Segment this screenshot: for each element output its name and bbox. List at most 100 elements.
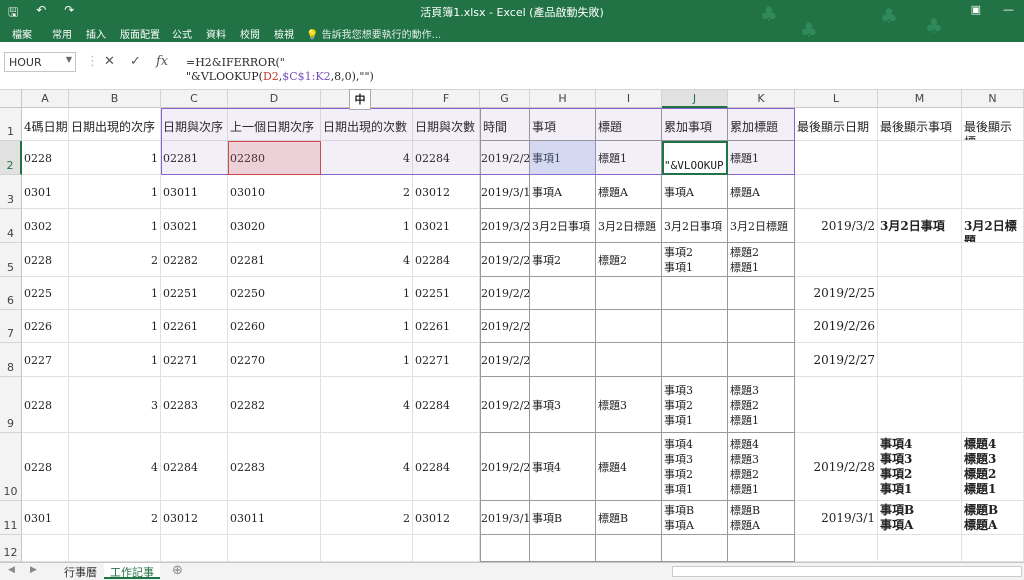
- cell-h6[interactable]: [530, 277, 596, 310]
- cell-i4[interactable]: 3月2日標題: [596, 209, 662, 243]
- column-header-n[interactable]: N: [962, 90, 1024, 108]
- cell-j4[interactable]: 3月2日事項: [662, 209, 728, 243]
- cell-n8[interactable]: [962, 343, 1024, 377]
- row-header-10[interactable]: 10: [0, 433, 22, 501]
- column-header-c[interactable]: C: [161, 90, 228, 108]
- tab-insert[interactable]: 插入: [86, 26, 106, 41]
- cell-f4[interactable]: 03021: [413, 209, 480, 243]
- cell-i5[interactable]: 標題2: [596, 243, 662, 277]
- column-header-m[interactable]: M: [878, 90, 962, 108]
- insert-function-icon[interactable]: fx: [156, 54, 168, 69]
- column-header-i[interactable]: I: [596, 90, 662, 108]
- cell-e8[interactable]: 1: [321, 343, 413, 377]
- name-box[interactable]: HOUR ▼: [4, 52, 76, 72]
- tab-formulas[interactable]: 公式: [172, 26, 192, 41]
- cell-m10[interactable]: 事項4 事項3 事項2 事項1: [878, 433, 962, 501]
- cell-j10[interactable]: 事項4 事項3 事項2 事項1: [662, 433, 728, 501]
- cell-k8[interactable]: [728, 343, 795, 377]
- cell-f1[interactable]: 日期與次數: [413, 108, 480, 141]
- cell-b2[interactable]: 1: [69, 141, 161, 175]
- cell-e3[interactable]: 2: [321, 175, 413, 209]
- cell-b9[interactable]: 3: [69, 377, 161, 433]
- cell-d4[interactable]: 03020: [228, 209, 321, 243]
- cell-l12[interactable]: [795, 535, 878, 562]
- cell-f9[interactable]: 02284: [413, 377, 480, 433]
- cell-k12[interactable]: [728, 535, 795, 562]
- add-sheet-icon[interactable]: ⊕: [172, 563, 183, 578]
- cell-l5[interactable]: [795, 243, 878, 277]
- cell-l10[interactable]: 2019/2/28: [795, 433, 878, 501]
- cell-j7[interactable]: [662, 310, 728, 343]
- cell-n3[interactable]: [962, 175, 1024, 209]
- cell-b5[interactable]: 2: [69, 243, 161, 277]
- cell-h4[interactable]: 3月2日事項: [530, 209, 596, 243]
- cell-d10[interactable]: 02283: [228, 433, 321, 501]
- cell-e4[interactable]: 1: [321, 209, 413, 243]
- minimize-icon[interactable]: —: [1003, 3, 1014, 16]
- cell-c10[interactable]: 02284: [161, 433, 228, 501]
- cell-l11[interactable]: 2019/3/1: [795, 501, 878, 535]
- row-header-2[interactable]: 2: [0, 141, 22, 175]
- cell-i2[interactable]: 標題1: [596, 141, 662, 175]
- cell-a2[interactable]: 0228: [22, 141, 69, 175]
- cell-m12[interactable]: [878, 535, 962, 562]
- cell-f8[interactable]: 02271: [413, 343, 480, 377]
- column-header-k[interactable]: K: [728, 90, 795, 108]
- cell-m5[interactable]: [878, 243, 962, 277]
- cell-c7[interactable]: 02261: [161, 310, 228, 343]
- column-header-h[interactable]: H: [530, 90, 596, 108]
- cell-d12[interactable]: [228, 535, 321, 562]
- cell-h7[interactable]: [530, 310, 596, 343]
- cell-m4[interactable]: 3月2日事項: [878, 209, 962, 243]
- sheet-tab-calendar[interactable]: 行事曆: [58, 563, 103, 579]
- cell-n10[interactable]: 標題4 標題3 標題2 標題1: [962, 433, 1024, 501]
- cell-b8[interactable]: 1: [69, 343, 161, 377]
- cell-a12[interactable]: [22, 535, 69, 562]
- cell-c3[interactable]: 03011: [161, 175, 228, 209]
- cell-c12[interactable]: [161, 535, 228, 562]
- cell-k9[interactable]: 標題3 標題2 標題1: [728, 377, 795, 433]
- cell-n5[interactable]: [962, 243, 1024, 277]
- cell-m7[interactable]: [878, 310, 962, 343]
- cell-e5[interactable]: 4: [321, 243, 413, 277]
- cell-c6[interactable]: 02251: [161, 277, 228, 310]
- cell-h2[interactable]: 事項1: [530, 141, 596, 175]
- cell-l9[interactable]: [795, 377, 878, 433]
- column-header-a[interactable]: A: [22, 90, 69, 108]
- cell-f5[interactable]: 02284: [413, 243, 480, 277]
- cell-i10[interactable]: 標題4: [596, 433, 662, 501]
- cell-a7[interactable]: 0226: [22, 310, 69, 343]
- cell-k1[interactable]: 累加標題: [728, 108, 795, 141]
- cell-k3[interactable]: 標題A: [728, 175, 795, 209]
- cell-h10[interactable]: 事項4: [530, 433, 596, 501]
- cell-n4[interactable]: 3月2日標題: [962, 209, 1024, 243]
- cell-b7[interactable]: 1: [69, 310, 161, 343]
- column-header-d[interactable]: D: [228, 90, 321, 108]
- cell-g12[interactable]: [480, 535, 530, 562]
- cell-m8[interactable]: [878, 343, 962, 377]
- cell-c1[interactable]: 日期與次序: [161, 108, 228, 141]
- cell-n2[interactable]: [962, 141, 1024, 175]
- cell-g8[interactable]: 2019/2/27: [480, 343, 530, 377]
- cell-i8[interactable]: [596, 343, 662, 377]
- cell-a8[interactable]: 0227: [22, 343, 69, 377]
- cell-e6[interactable]: 1: [321, 277, 413, 310]
- cell-a9[interactable]: 0228: [22, 377, 69, 433]
- sheet-tab-work-notes[interactable]: 工作記事: [104, 563, 160, 579]
- cell-j1[interactable]: 累加事項: [662, 108, 728, 141]
- cell-d2[interactable]: 02280: [228, 141, 321, 175]
- row-header-3[interactable]: 3: [0, 175, 22, 209]
- cell-k10[interactable]: 標題4 標題3 標題2 標題1: [728, 433, 795, 501]
- cell-l1[interactable]: 最後顯示日期: [795, 108, 878, 141]
- cancel-icon[interactable]: ✕: [104, 54, 115, 69]
- cell-i9[interactable]: 標題3: [596, 377, 662, 433]
- cell-e9[interactable]: 4: [321, 377, 413, 433]
- cell-l7[interactable]: 2019/2/26: [795, 310, 878, 343]
- row-header-9[interactable]: 9: [0, 377, 22, 433]
- cell-f6[interactable]: 02251: [413, 277, 480, 310]
- cell-m3[interactable]: [878, 175, 962, 209]
- cell-g11[interactable]: 2019/3/1: [480, 501, 530, 535]
- cell-c4[interactable]: 03021: [161, 209, 228, 243]
- cell-d3[interactable]: 03010: [228, 175, 321, 209]
- cell-m6[interactable]: [878, 277, 962, 310]
